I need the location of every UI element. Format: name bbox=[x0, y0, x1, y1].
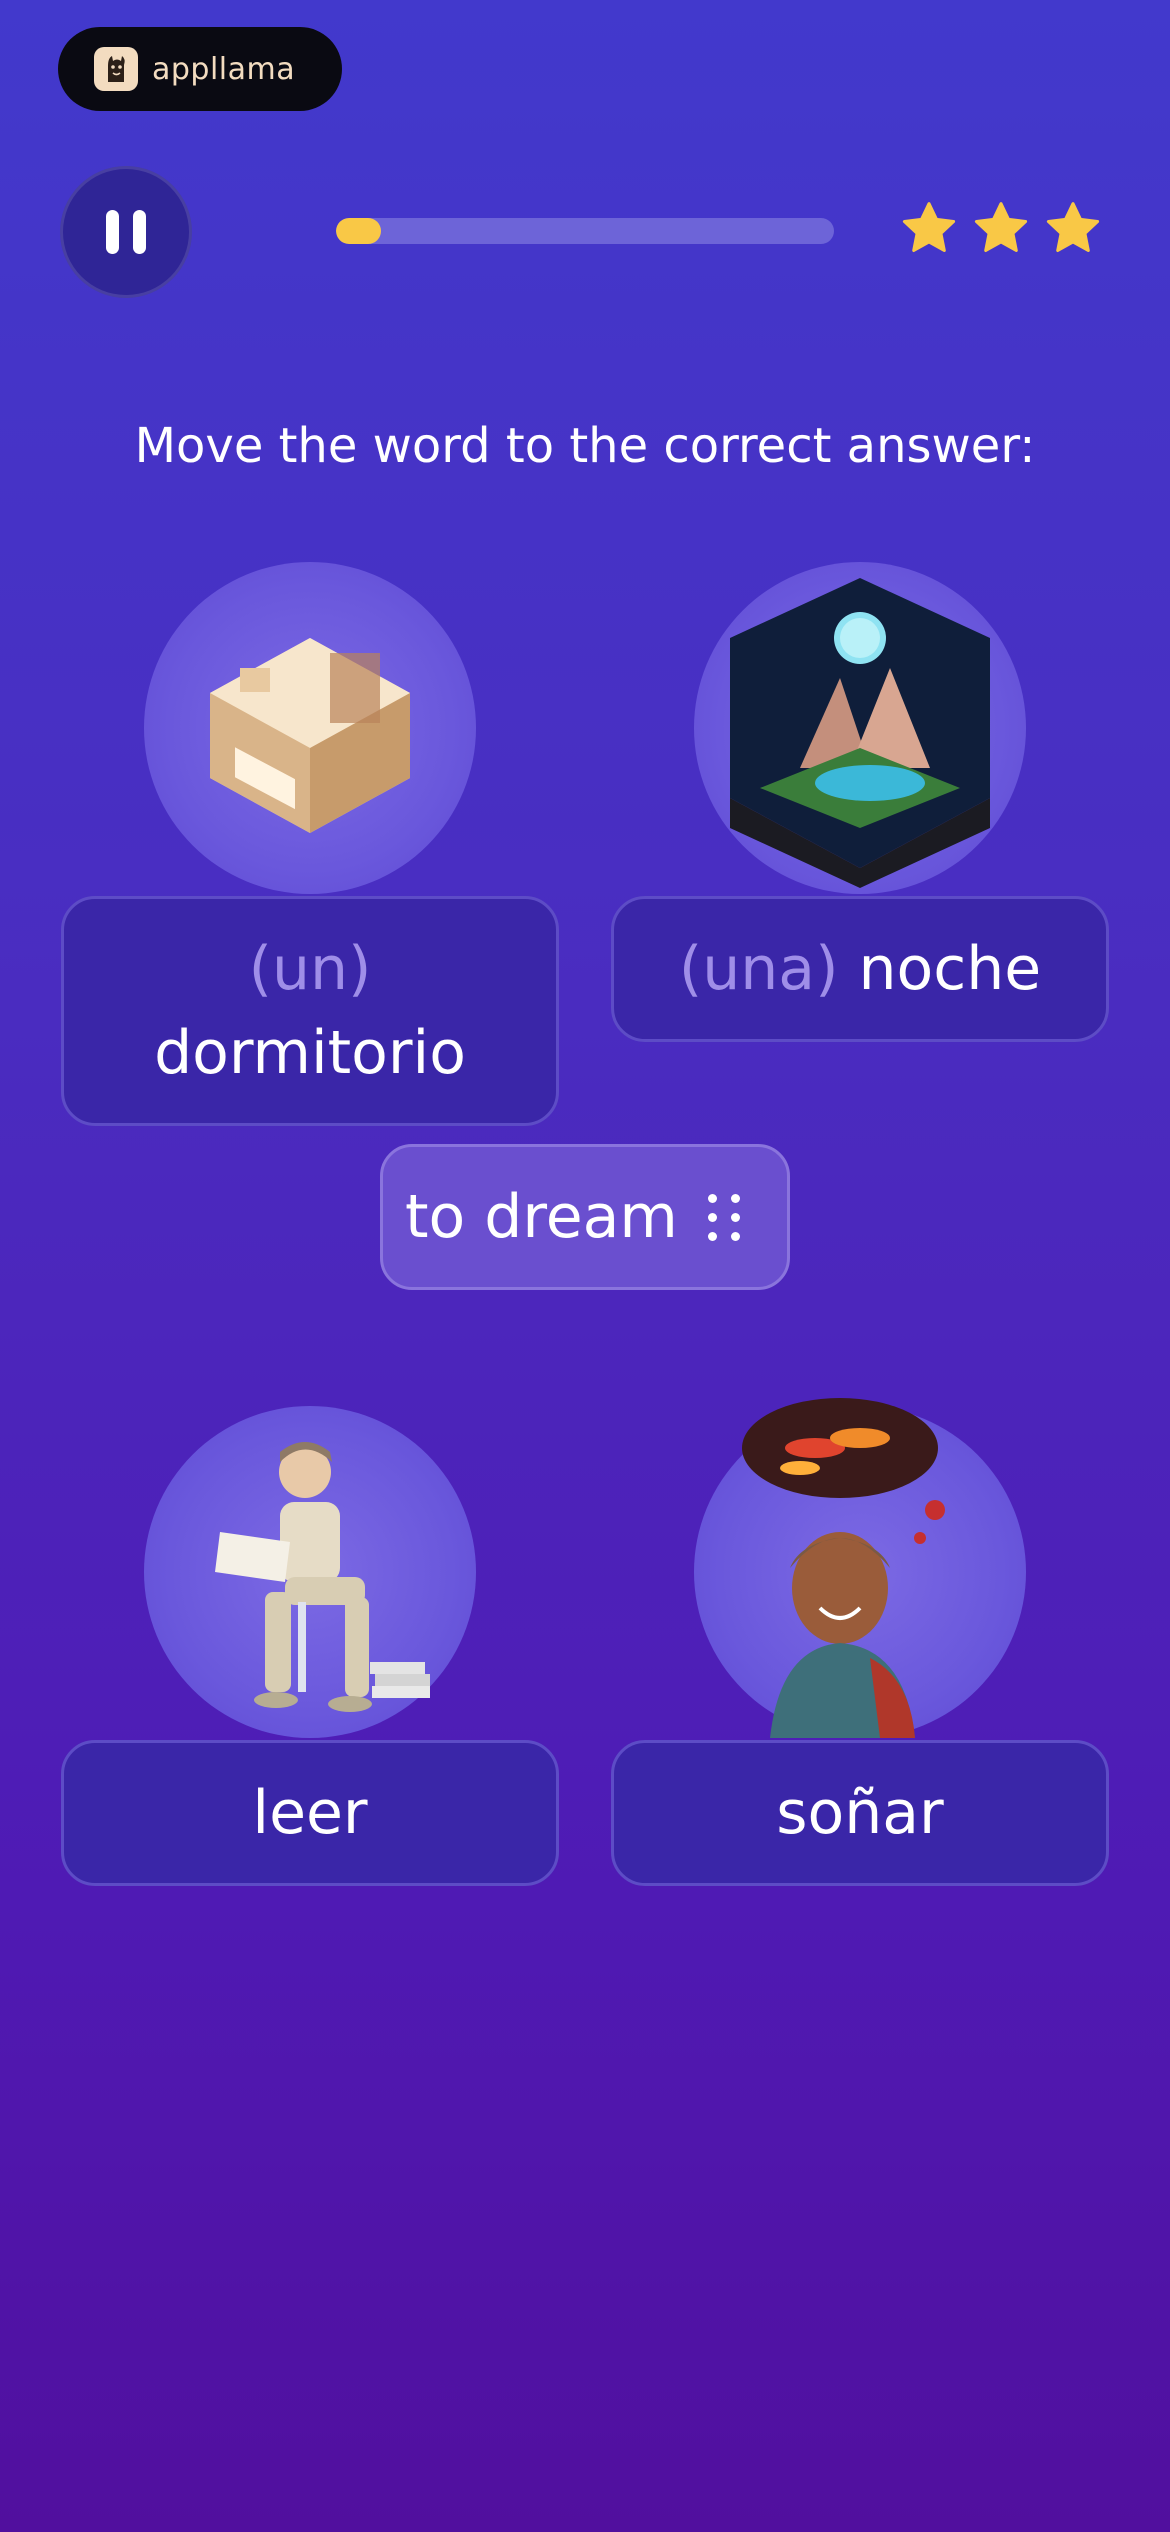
pause-button[interactable] bbox=[60, 166, 192, 298]
star-rating bbox=[898, 198, 1114, 260]
answer-card-dormitorio[interactable]: (un) dormitorio bbox=[61, 896, 559, 1126]
boy-reading-image bbox=[144, 1406, 476, 1738]
pause-icon bbox=[99, 210, 153, 254]
star-icon bbox=[974, 202, 1028, 252]
drag-handle-icon[interactable] bbox=[707, 1193, 740, 1241]
llama-icon bbox=[94, 47, 138, 91]
bedroom-image bbox=[144, 562, 476, 894]
star-icon bbox=[1046, 202, 1100, 252]
brand-badge: appllama bbox=[58, 27, 342, 111]
answer-word: dormitorio bbox=[154, 1018, 466, 1088]
brand-name: appllama bbox=[152, 51, 296, 87]
answer-article: (una) bbox=[678, 934, 839, 1004]
answer-word: noche bbox=[858, 934, 1042, 1004]
answer-card-noche[interactable]: (una) noche bbox=[611, 896, 1109, 1042]
progress-bar bbox=[336, 218, 834, 244]
answer-word: leer bbox=[252, 1778, 368, 1848]
answer-card-leer[interactable]: leer bbox=[61, 1740, 559, 1886]
answer-article: (un) bbox=[248, 934, 372, 1004]
answer-word: soñar bbox=[776, 1778, 944, 1848]
draggable-word-label: to dream bbox=[405, 1182, 678, 1252]
night-landscape-image bbox=[694, 562, 1026, 894]
progress-fill bbox=[336, 218, 381, 244]
draggable-word-chip[interactable]: to dream bbox=[380, 1144, 790, 1290]
star-icon bbox=[902, 202, 956, 252]
answer-card-sonar[interactable]: soñar bbox=[611, 1740, 1109, 1886]
woman-dreaming-image bbox=[694, 1398, 1026, 1738]
instruction-text: Move the word to the correct answer: bbox=[134, 418, 1036, 474]
